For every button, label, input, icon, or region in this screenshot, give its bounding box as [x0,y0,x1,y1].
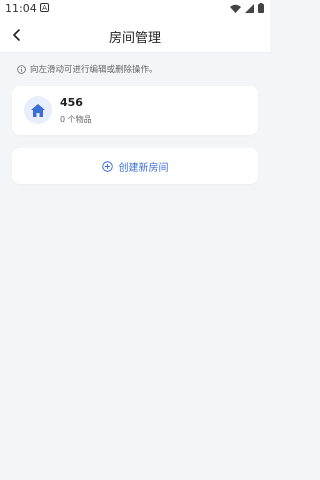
signal-icon [245,3,254,13]
room-avatar [24,96,52,124]
status-time: 11:04 [5,2,37,15]
create-room-label: 创建新房间 [118,162,169,174]
app-bar: 房间管理 [0,18,270,53]
plus-circle-icon [101,160,113,172]
home-icon [31,103,45,117]
create-room-button[interactable]: 创建新房间 [12,148,258,184]
room-name: 456 [60,96,83,109]
wifi-icon [230,4,241,13]
room-card[interactable]: 456 0 个物品 [12,86,258,135]
notification-a-icon: A [40,3,49,12]
status-bar: 11:04 A [0,0,270,18]
hint-text: 向左滑动可进行编辑或删除操作。 [30,65,158,75]
swipe-hint: 向左滑动可进行编辑或删除操作。 [17,63,158,75]
info-circle-icon [17,64,26,74]
battery-icon [258,3,264,13]
room-item-count: 0 个物品 [60,115,92,124]
status-icons [230,3,264,13]
page-title: 房间管理 [108,31,161,46]
